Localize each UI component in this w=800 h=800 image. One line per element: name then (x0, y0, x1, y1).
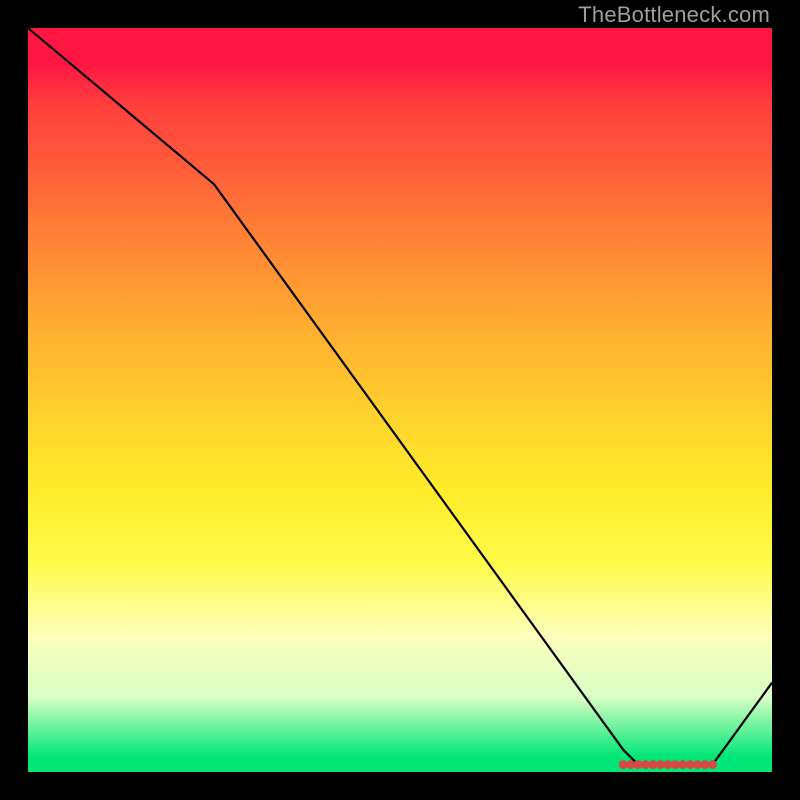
chart-svg (28, 28, 772, 772)
marker-dot (708, 760, 717, 769)
optimal-zone-markers (619, 760, 717, 769)
bottleneck-curve (28, 28, 772, 765)
watermark-text: TheBottleneck.com (578, 2, 770, 28)
